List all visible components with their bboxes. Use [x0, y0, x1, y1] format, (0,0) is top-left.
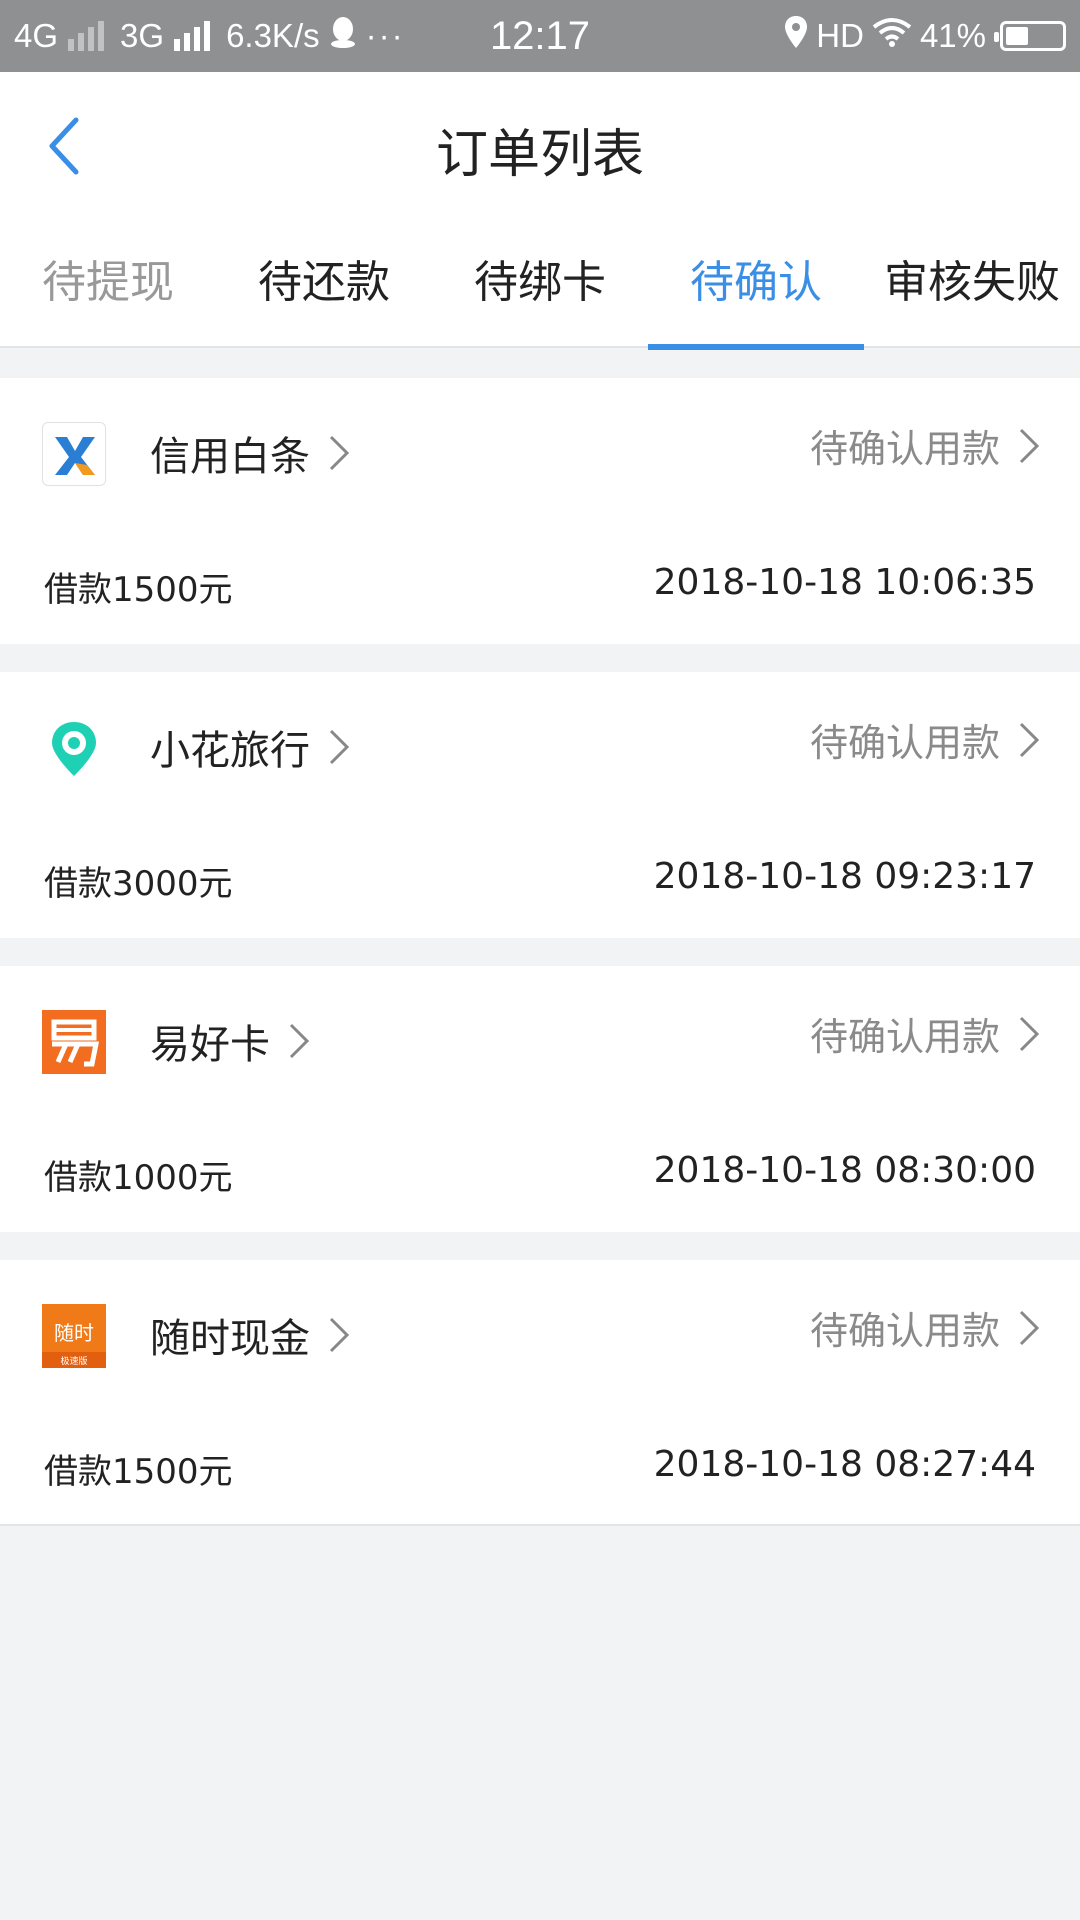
hd-label: HD — [816, 17, 864, 54]
battery-fill — [1006, 27, 1028, 45]
order-status: 待确认用款 — [809, 721, 1000, 765]
xinyong-baitiao-logo — [42, 422, 106, 486]
battery-percent: 41% — [919, 17, 986, 54]
tab-pending-confirm[interactable]: 待确认 — [648, 224, 864, 350]
status-bar: 4G 3G 6.3K/s ··· 12:17 HD 41% — [0, 0, 1080, 72]
active-tab-underline — [648, 344, 864, 350]
order-time: 2018-10-18 08:30:00 — [653, 1150, 1036, 1191]
chevron-right-icon — [1019, 722, 1040, 757]
chevron-right-icon — [329, 435, 350, 471]
signal-3g-icon — [174, 21, 211, 51]
order-card[interactable]: 随时 极速版 随时现金 待确认用款 借款1500元 2018-10-18 08:… — [0, 1260, 1080, 1526]
tab-pending-repay[interactable]: 待还款 — [216, 224, 432, 348]
network-speed: 6.3K/s — [226, 17, 320, 54]
chevron-right-icon — [289, 1023, 310, 1059]
tab-pending-confirm-label: 待确认 — [690, 257, 822, 308]
app-name: 信用白条 — [150, 434, 310, 480]
loan-amount: 借款1500元 — [44, 570, 233, 610]
order-time: 2018-10-18 08:27:44 — [653, 1444, 1036, 1485]
order-status-link[interactable]: 待确认用款 — [810, 1300, 1040, 1355]
chevron-right-icon — [1019, 1310, 1040, 1345]
signal-4g-icon — [68, 21, 105, 51]
wifi-icon — [872, 17, 912, 55]
tab-bar: 待提现 待还款 待绑卡 待确认 审核失败 — [0, 224, 1080, 350]
app-name-link[interactable]: 信用白条 — [150, 424, 350, 482]
location-icon — [784, 15, 808, 57]
suishi-logo-text: 随时 — [54, 1321, 94, 1345]
page-title: 订单列表 — [435, 125, 644, 185]
tab-review-failed[interactable]: 审核失败 — [864, 224, 1080, 348]
more-notifications-icon: ··· — [365, 17, 405, 54]
network-3g-label: 3G — [120, 17, 165, 54]
loan-amount: 借款1500元 — [44, 1452, 233, 1492]
app-name-link[interactable]: 随时现金 — [150, 1306, 350, 1364]
qq-icon — [330, 16, 356, 56]
loan-amount: 借款1000元 — [44, 1158, 233, 1198]
order-status: 待确认用款 — [809, 1309, 1000, 1353]
order-status-link[interactable]: 待确认用款 — [810, 418, 1040, 473]
order-status-link[interactable]: 待确认用款 — [810, 712, 1040, 767]
suishi-xianjin-logo: 随时 极速版 — [42, 1304, 106, 1368]
order-status-link[interactable]: 待确认用款 — [810, 1006, 1040, 1061]
app-name: 易好卡 — [150, 1022, 270, 1068]
order-card[interactable]: 易好卡 待确认用款 借款1000元 2018-10-18 08:30:00 — [0, 966, 1080, 1232]
network-4g-label: 4G — [14, 17, 59, 54]
chevron-right-icon — [1019, 428, 1040, 463]
order-time: 2018-10-18 09:23:17 — [653, 856, 1036, 897]
order-status: 待确认用款 — [809, 427, 1000, 471]
clock: 12:17 — [489, 13, 591, 58]
order-card[interactable]: 信用白条 待确认用款 借款1500元 2018-10-18 10:06:35 — [0, 378, 1080, 644]
yihaoka-logo — [42, 1010, 106, 1074]
app-name-link[interactable]: 小花旅行 — [150, 718, 350, 776]
app-name: 随时现金 — [150, 1316, 310, 1362]
status-bar-left: 4G 3G 6.3K/s ··· — [14, 0, 405, 72]
suishi-logo-subtext: 极速版 — [60, 1355, 87, 1367]
app-name-link[interactable]: 易好卡 — [150, 1012, 310, 1070]
order-time: 2018-10-18 10:06:35 — [653, 562, 1036, 603]
status-bar-right: HD 41% — [784, 0, 1066, 72]
app-name: 小花旅行 — [150, 728, 310, 774]
battery-icon — [994, 21, 1066, 51]
tab-pending-bind-card[interactable]: 待绑卡 — [432, 224, 648, 348]
chevron-right-icon — [329, 729, 350, 765]
chevron-right-icon — [1019, 1016, 1040, 1051]
order-status: 待确认用款 — [809, 1015, 1000, 1059]
chevron-right-icon — [329, 1317, 350, 1353]
loan-amount: 借款3000元 — [44, 864, 233, 904]
xiaohua-lvxing-logo — [42, 716, 106, 780]
app-header: 订单列表 — [0, 72, 1080, 224]
order-card[interactable]: 小花旅行 待确认用款 借款3000元 2018-10-18 09:23:17 — [0, 672, 1080, 938]
tab-pending-withdraw[interactable]: 待提现 — [0, 224, 216, 348]
